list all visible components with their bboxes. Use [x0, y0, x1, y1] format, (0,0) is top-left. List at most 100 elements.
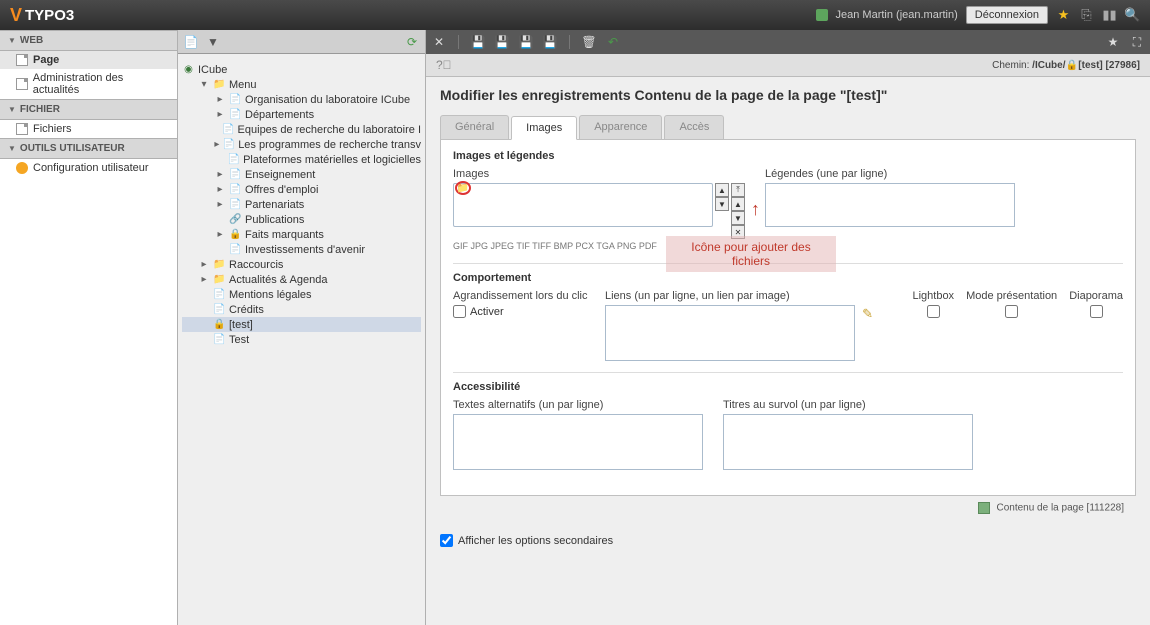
tree-toggle-icon[interactable]: ▸ — [198, 259, 210, 270]
tree-row[interactable]: ▸📄Organisation du laboratoire ICube — [182, 92, 421, 107]
captions-textarea[interactable] — [765, 183, 1015, 227]
scroll-up-icon[interactable]: ▲ — [715, 183, 729, 197]
diaporama-checkbox[interactable] — [1090, 305, 1103, 318]
tree-label: Offres d'emploi — [245, 184, 318, 196]
move-down-icon[interactable]: ▼ — [731, 211, 745, 225]
tree-toggle-icon[interactable]: ▸ — [214, 229, 226, 240]
tree-row[interactable]: ▸📄Partenariats — [182, 197, 421, 212]
search-icon[interactable]: 🔍 — [1125, 8, 1140, 23]
images-label: Images — [453, 168, 745, 180]
save-icon[interactable]: 💾 — [471, 35, 485, 49]
tree-row[interactable]: 📄Equipes de recherche du laboratoire I — [182, 122, 421, 137]
filter-icon[interactable]: ▼ — [206, 35, 220, 49]
star-icon[interactable]: ★ — [1056, 8, 1071, 23]
nav-news-admin[interactable]: Administration des actualités — [0, 69, 177, 99]
tree-toggle-icon[interactable]: ▾ — [198, 79, 210, 90]
tree-row[interactable]: 📄Test — [182, 332, 421, 347]
tree-row[interactable]: 📄Mentions légales — [182, 287, 421, 302]
nav-files[interactable]: Fichiers — [0, 120, 177, 138]
undo-icon[interactable]: ↶ — [606, 35, 620, 49]
save-view-icon[interactable]: 💾 — [495, 35, 509, 49]
annotation-arrow: ↑ — [751, 199, 760, 220]
section-usertools[interactable]: OUTILS UTILISATEUR — [0, 138, 177, 159]
alts-textarea[interactable] — [453, 414, 703, 470]
tree-label: Faits marquants — [245, 229, 324, 241]
cache-icon[interactable]: ⎘ — [1079, 8, 1094, 23]
links-label: Liens (un par ligne, un lien par image) — [605, 290, 855, 302]
presentation-checkbox[interactable] — [1005, 305, 1018, 318]
doc-icon: 📄 — [229, 168, 242, 181]
tree-row[interactable]: 📄Investissements d'avenir — [182, 242, 421, 257]
shortcut-icon[interactable]: ★ — [1106, 35, 1120, 49]
secondary-checkbox[interactable] — [440, 534, 453, 547]
page-icon — [16, 123, 28, 135]
tree-row[interactable]: ▸🔒Faits marquants — [182, 227, 421, 242]
tree-toggle-icon[interactable]: ▸ — [214, 199, 226, 210]
tree-toggle-icon[interactable]: ▸ — [214, 94, 226, 105]
tab-access[interactable]: Accès — [664, 115, 724, 139]
close-icon[interactable]: ✕ — [432, 35, 446, 49]
tab-general[interactable]: Général — [440, 115, 509, 139]
tree-label: ICube — [198, 64, 227, 76]
footer-label: Contenu de la page — [996, 503, 1083, 514]
tree-row[interactable]: ▸📄Les programmes de recherche transv — [182, 137, 421, 152]
content-pane: ✕ 💾 💾 💾 💾 🗑 ↶ ★ ⛶ ?⃝ Chemin: /ICube/ 🔒 [… — [426, 30, 1150, 625]
bc-current: [test] — [1078, 60, 1102, 71]
tree-row[interactable]: 🔒[test] — [182, 317, 421, 332]
logout-button[interactable]: Déconnexion — [966, 6, 1048, 24]
save-close-icon[interactable]: 💾 — [519, 35, 533, 49]
tab-appearance[interactable]: Apparence — [579, 115, 662, 139]
tree-row[interactable]: ▸📄Enseignement — [182, 167, 421, 182]
tab-content: Images et légendes Images ▲ ▼ ⤒ — [440, 140, 1136, 496]
nav-user-config[interactable]: Configuration utilisateur — [0, 159, 177, 177]
tree-label: Plateformes matérielles et logicielles — [243, 154, 421, 166]
open-new-icon[interactable]: ⛶ — [1130, 35, 1144, 49]
link-wizard-icon[interactable]: ✎ — [862, 306, 873, 322]
save-new-icon[interactable]: 💾 — [543, 35, 557, 49]
tree-row[interactable]: ▸📁Actualités & Agenda — [182, 272, 421, 287]
nav-page[interactable]: Page — [0, 51, 177, 69]
doc-icon: 📄 — [229, 108, 242, 121]
tree-label: Actualités & Agenda — [229, 274, 327, 286]
lock-icon: 🔒 — [229, 228, 242, 241]
shortcuts-icon[interactable]: ▮▮ — [1102, 8, 1117, 23]
tree-row[interactable]: ▾📁Menu — [182, 77, 421, 92]
doc-icon: 📄 — [229, 198, 242, 211]
page-icon — [16, 54, 28, 66]
nav-label: Page — [33, 54, 59, 66]
tab-images[interactable]: Images — [511, 116, 577, 140]
images-select[interactable] — [453, 183, 713, 227]
lightbox-checkbox[interactable] — [927, 305, 940, 318]
tree-toggle-icon[interactable]: ▸ — [198, 274, 210, 285]
tree-label: Crédits — [229, 304, 264, 316]
reload-icon[interactable]: ⟳ — [405, 35, 419, 49]
tree-toggle-icon[interactable]: ▸ — [214, 184, 226, 195]
tree-row[interactable]: 🔗Publications — [182, 212, 421, 227]
diaporama-label: Diaporama — [1069, 290, 1123, 302]
new-page-icon[interactable]: 📄 — [184, 35, 198, 49]
add-file-icon[interactable]: 📁 — [455, 181, 471, 195]
tree-row[interactable]: 📄Plateformes matérielles et logicielles — [182, 152, 421, 167]
move-up-icon[interactable]: ▲ — [731, 197, 745, 211]
activate-checkbox[interactable] — [453, 305, 466, 318]
section-web[interactable]: WEB — [0, 30, 177, 51]
delete-icon[interactable]: 🗑 — [582, 35, 596, 49]
content-body: Modifier les enregistrements Contenu de … — [426, 77, 1150, 625]
section-accessibility: Accessibilité — [453, 381, 1123, 393]
links-textarea[interactable] — [605, 305, 855, 361]
doc-icon: 📄 — [229, 183, 242, 196]
help-icon[interactable]: ?⃝ — [436, 58, 452, 72]
tree-row[interactable]: ▸📄Offres d'emploi — [182, 182, 421, 197]
move-top-icon[interactable]: ⤒ — [731, 183, 745, 197]
titles-textarea[interactable] — [723, 414, 973, 470]
tree-row[interactable]: 📄Crédits — [182, 302, 421, 317]
tree-toggle-icon[interactable]: ▸ — [214, 169, 226, 180]
annotation-label: Icône pour ajouter des fichiers — [666, 236, 836, 272]
tree-root[interactable]: ◉ ICube — [182, 62, 421, 77]
tree-row[interactable]: ▸📄Départements — [182, 107, 421, 122]
tree-row[interactable]: ▸📁Raccourcis — [182, 257, 421, 272]
tree-toggle-icon[interactable]: ▸ — [214, 139, 220, 150]
section-file[interactable]: FICHIER — [0, 99, 177, 120]
scroll-down-icon[interactable]: ▼ — [715, 197, 729, 211]
tree-toggle-icon[interactable]: ▸ — [214, 109, 226, 120]
